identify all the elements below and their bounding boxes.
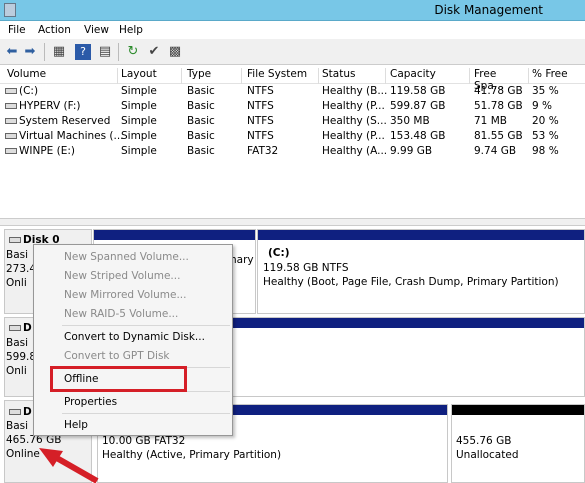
table-row[interactable]: System Reserved Simple Basic NTFS Healthy (… xyxy=(0,115,585,130)
drive-icon xyxy=(5,103,17,109)
toolbar-separator xyxy=(44,43,45,61)
app-icon xyxy=(4,3,16,17)
partition-unallocated[interactable]: 455.76 GB Unallocated xyxy=(451,404,585,483)
arrow-annotation-icon xyxy=(39,448,99,483)
column-header-row: Volume Layout Type File System Status Ca… xyxy=(0,66,585,92)
toolbar-separator xyxy=(118,43,119,61)
menu-bar: File Action View Help xyxy=(0,21,585,39)
menu-help[interactable]: Help xyxy=(119,24,143,36)
table-row[interactable]: (C:) Simple Basic NTFS Healthy (B... 119.58 … xyxy=(0,85,585,100)
partition-c[interactable]: (C:) 119.58 GB NTFS Healthy (Boot, Page … xyxy=(257,229,585,314)
menu-separator xyxy=(62,413,230,414)
volume-list: Volume Layout Type File System Status Ca… xyxy=(0,66,585,218)
column-header-type[interactable]: Type xyxy=(183,68,242,84)
grid-icon[interactable]: ▦ xyxy=(51,44,67,60)
menu-item-new-spanned-volume: New Spanned Volume... xyxy=(64,251,189,263)
drive-icon xyxy=(5,148,17,154)
window-title: Disk Management xyxy=(434,3,543,17)
menu-item-help[interactable]: Help xyxy=(64,415,88,435)
table-row[interactable]: Virtual Machines (... Simple Basic NTFS Hea… xyxy=(0,130,585,145)
column-header-percent-free[interactable]: % Free xyxy=(528,68,585,84)
table-row[interactable]: HYPERV (F:) Simple Basic NTFS Healthy (P...… xyxy=(0,100,585,115)
toolbar: ⬅ ➡ ▦ ? ▤ ↻ ✔ ▩ xyxy=(0,39,585,65)
partition-bar xyxy=(258,230,584,240)
highlight-box xyxy=(50,366,187,392)
menu-separator xyxy=(62,325,230,326)
column-header-volume[interactable]: Volume xyxy=(3,68,118,84)
menu-file[interactable]: File xyxy=(8,24,26,36)
menu-view[interactable]: View xyxy=(84,24,109,36)
column-header-status[interactable]: Status xyxy=(318,68,386,84)
drive-icon xyxy=(5,88,17,94)
properties-icon[interactable]: ✔ xyxy=(146,44,162,60)
menu-item-convert-to-dynamic[interactable]: Convert to Dynamic Disk... xyxy=(64,327,205,347)
column-header-free-space[interactable]: Free Spa... xyxy=(470,68,529,92)
help-icon[interactable]: ? xyxy=(75,44,91,60)
pane-splitter[interactable] xyxy=(0,218,585,226)
menu-item-new-striped-volume: New Striped Volume... xyxy=(64,270,181,282)
back-icon[interactable]: ⬅ xyxy=(4,44,20,60)
disk-icon xyxy=(9,237,21,243)
refresh-icon[interactable]: ↻ xyxy=(125,44,141,60)
console-icon[interactable]: ▤ xyxy=(97,44,113,60)
column-header-capacity[interactable]: Capacity xyxy=(386,68,470,84)
menu-item-convert-to-gpt: Convert to GPT Disk xyxy=(64,350,170,362)
settings-icon[interactable]: ▩ xyxy=(167,44,183,60)
column-header-layout[interactable]: Layout xyxy=(117,68,182,84)
drive-icon xyxy=(5,133,17,139)
title-bar: Disk Management xyxy=(0,0,585,21)
column-header-file-system[interactable]: File System xyxy=(243,68,319,84)
disk-icon xyxy=(9,409,21,415)
forward-icon[interactable]: ➡ xyxy=(22,44,38,60)
unallocated-bar xyxy=(452,405,584,415)
disk-icon xyxy=(9,325,21,331)
menu-action[interactable]: Action xyxy=(38,24,71,36)
menu-item-new-mirrored-volume: New Mirrored Volume... xyxy=(64,289,187,301)
drive-icon xyxy=(5,118,17,124)
menu-item-properties[interactable]: Properties xyxy=(64,392,117,412)
context-menu: New Spanned Volume... New Striped Volume… xyxy=(33,244,233,436)
menu-item-new-raid5-volume: New RAID-5 Volume... xyxy=(64,308,179,320)
partition-bar xyxy=(94,230,255,240)
table-row[interactable]: WINPE (E:) Simple Basic FAT32 Healthy (A...… xyxy=(0,145,585,160)
